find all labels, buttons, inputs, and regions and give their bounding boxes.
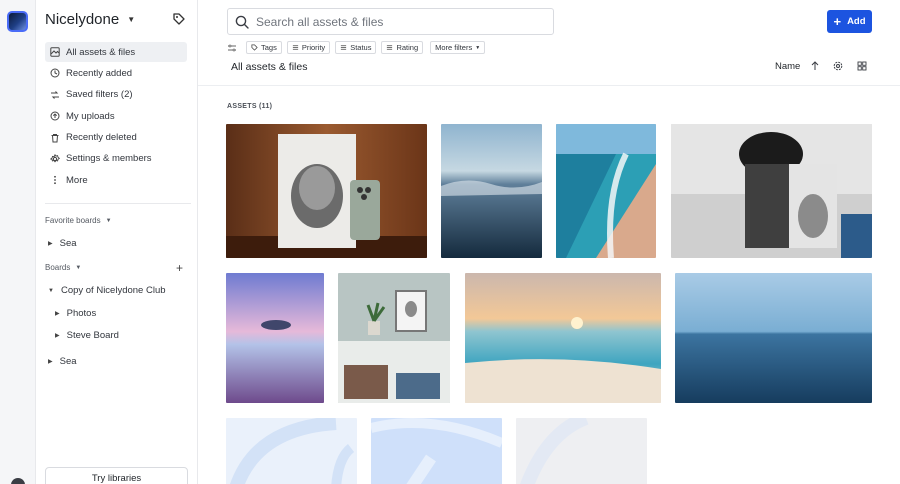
uploads-icon bbox=[50, 111, 60, 121]
sort-direction-icon[interactable] bbox=[810, 61, 820, 71]
search-input[interactable] bbox=[256, 14, 536, 29]
filter-rating[interactable]: Rating bbox=[381, 41, 424, 54]
tag-icon bbox=[251, 44, 258, 51]
sidebar-item-my-uploads[interactable]: My uploads bbox=[45, 106, 187, 126]
sidebar-item-settings[interactable]: Settings & members bbox=[45, 149, 187, 169]
main-content: + Add Tags Priority Status Rating More f… bbox=[198, 0, 900, 484]
expand-arrow-icon[interactable]: ▶ bbox=[55, 310, 60, 317]
filter-tags[interactable]: Tags bbox=[246, 41, 282, 54]
tag-icon[interactable] bbox=[172, 12, 186, 26]
asset-thumbnail[interactable] bbox=[226, 273, 324, 403]
sidebar-item-more[interactable]: More bbox=[45, 170, 187, 190]
search-icon bbox=[235, 15, 249, 29]
workspace-logo[interactable] bbox=[7, 11, 28, 32]
board-label: Photos bbox=[66, 308, 97, 319]
filter-label: More filters bbox=[435, 43, 473, 52]
more-vertical-icon bbox=[50, 175, 60, 185]
asset-thumbnail[interactable] bbox=[441, 124, 542, 258]
sidebar-item-label: Settings & members bbox=[66, 153, 152, 165]
add-button-label: Add bbox=[847, 16, 866, 27]
clock-icon bbox=[50, 68, 60, 78]
expand-arrow-icon[interactable]: ▶ bbox=[48, 240, 53, 247]
asset-thumbnail[interactable] bbox=[338, 273, 450, 403]
asset-thumbnail[interactable] bbox=[671, 124, 872, 258]
saved-filters-icon bbox=[50, 90, 60, 100]
list-icon bbox=[387, 45, 393, 50]
add-board-icon[interactable]: + bbox=[176, 261, 183, 275]
board-label: Steve Board bbox=[66, 330, 119, 341]
expand-arrow-icon[interactable]: ▶ bbox=[55, 332, 60, 339]
list-icon bbox=[292, 45, 298, 50]
asset-thumbnail-placeholder[interactable] bbox=[226, 418, 357, 484]
board-label: Sea bbox=[59, 238, 77, 249]
asset-thumbnail-placeholder[interactable] bbox=[516, 418, 647, 484]
sidebar-item-saved-filters[interactable]: Saved filters (2) bbox=[45, 85, 187, 105]
sidebar-item-all-assets[interactable]: All assets & files bbox=[45, 42, 187, 62]
favorite-board-sea[interactable]: ▶ Sea bbox=[48, 238, 77, 249]
settings-icon[interactable] bbox=[833, 61, 843, 71]
help-icon[interactable] bbox=[11, 478, 25, 484]
sidebar: Nicelydone ▼ All assets & files Recently… bbox=[36, 0, 198, 484]
workspace-name: Nicelydone bbox=[45, 11, 120, 28]
chevron-down-icon: ▼ bbox=[105, 217, 112, 224]
sidebar-item-label: Saved filters (2) bbox=[66, 89, 133, 101]
sidebar-item-label: Recently added bbox=[66, 67, 133, 79]
filter-priority[interactable]: Priority bbox=[286, 41, 331, 54]
sidebar-item-label: All assets & files bbox=[66, 46, 136, 58]
asset-thumbnail[interactable] bbox=[226, 124, 427, 258]
workspace-switcher[interactable]: Nicelydone ▼ bbox=[45, 11, 135, 28]
board-copy-of-nicelydone-club[interactable]: ▼ Copy of Nicelydone Club bbox=[48, 285, 166, 296]
sort-dropdown[interactable]: Name bbox=[775, 61, 800, 72]
sidebar-item-recently-added[interactable]: Recently added bbox=[45, 63, 187, 83]
assets-icon bbox=[50, 47, 60, 57]
asset-thumbnail[interactable] bbox=[675, 273, 872, 403]
board-label: Copy of Nicelydone Club bbox=[60, 285, 166, 296]
favorite-boards-header[interactable]: Favorite boards ▼ bbox=[45, 216, 112, 225]
sidebar-nav: All assets & files Recently added Saved … bbox=[45, 42, 187, 192]
page-title: All assets & files bbox=[231, 61, 308, 73]
expand-arrow-icon[interactable]: ▶ bbox=[48, 358, 53, 365]
list-icon bbox=[341, 45, 347, 50]
sidebar-divider bbox=[45, 203, 191, 204]
chevron-down-icon: ▼ bbox=[475, 44, 481, 51]
filter-more[interactable]: More filters ▼ bbox=[430, 41, 486, 54]
boards-header[interactable]: Boards ▼ bbox=[45, 263, 81, 272]
collapse-arrow-icon[interactable]: ▼ bbox=[48, 288, 54, 294]
chevron-down-icon: ▼ bbox=[127, 15, 136, 24]
board-photos[interactable]: ▶ Photos bbox=[55, 308, 96, 319]
gear-icon bbox=[50, 153, 60, 164]
chevron-down-icon: ▼ bbox=[75, 264, 82, 271]
board-sea[interactable]: ▶ Sea bbox=[48, 356, 77, 367]
search-bar[interactable] bbox=[227, 8, 554, 35]
favorite-boards-label: Favorite boards bbox=[45, 216, 101, 225]
assets-count: ASSETS (11) bbox=[227, 103, 273, 110]
filter-toggle-icon[interactable] bbox=[227, 43, 237, 53]
filter-label: Priority bbox=[301, 43, 326, 52]
sidebar-item-label: My uploads bbox=[66, 110, 115, 122]
asset-thumbnail[interactable] bbox=[556, 124, 656, 258]
filter-label: Tags bbox=[261, 43, 277, 52]
asset-thumbnail[interactable] bbox=[465, 273, 661, 403]
workspace-rail bbox=[0, 0, 36, 484]
grid-view-icon[interactable] bbox=[857, 61, 867, 71]
filter-bar: Tags Priority Status Rating More filters… bbox=[227, 41, 486, 54]
boards-label: Boards bbox=[45, 263, 71, 272]
filter-label: Status bbox=[350, 43, 372, 52]
board-label: Sea bbox=[59, 356, 77, 367]
plus-icon: + bbox=[833, 13, 842, 29]
sidebar-item-recently-deleted[interactable]: Recently deleted bbox=[45, 128, 187, 148]
filter-status[interactable]: Status bbox=[335, 41, 377, 54]
board-steve-board[interactable]: ▶ Steve Board bbox=[55, 330, 119, 341]
sidebar-item-label: More bbox=[66, 174, 88, 186]
asset-thumbnail-placeholder[interactable] bbox=[371, 418, 502, 484]
sidebar-item-label: Recently deleted bbox=[66, 132, 137, 144]
filter-label: Rating bbox=[396, 43, 419, 52]
trash-icon bbox=[50, 133, 60, 143]
header-divider bbox=[198, 85, 900, 86]
try-libraries-button[interactable]: Try libraries bbox=[45, 467, 188, 484]
add-button[interactable]: + Add bbox=[827, 10, 872, 33]
